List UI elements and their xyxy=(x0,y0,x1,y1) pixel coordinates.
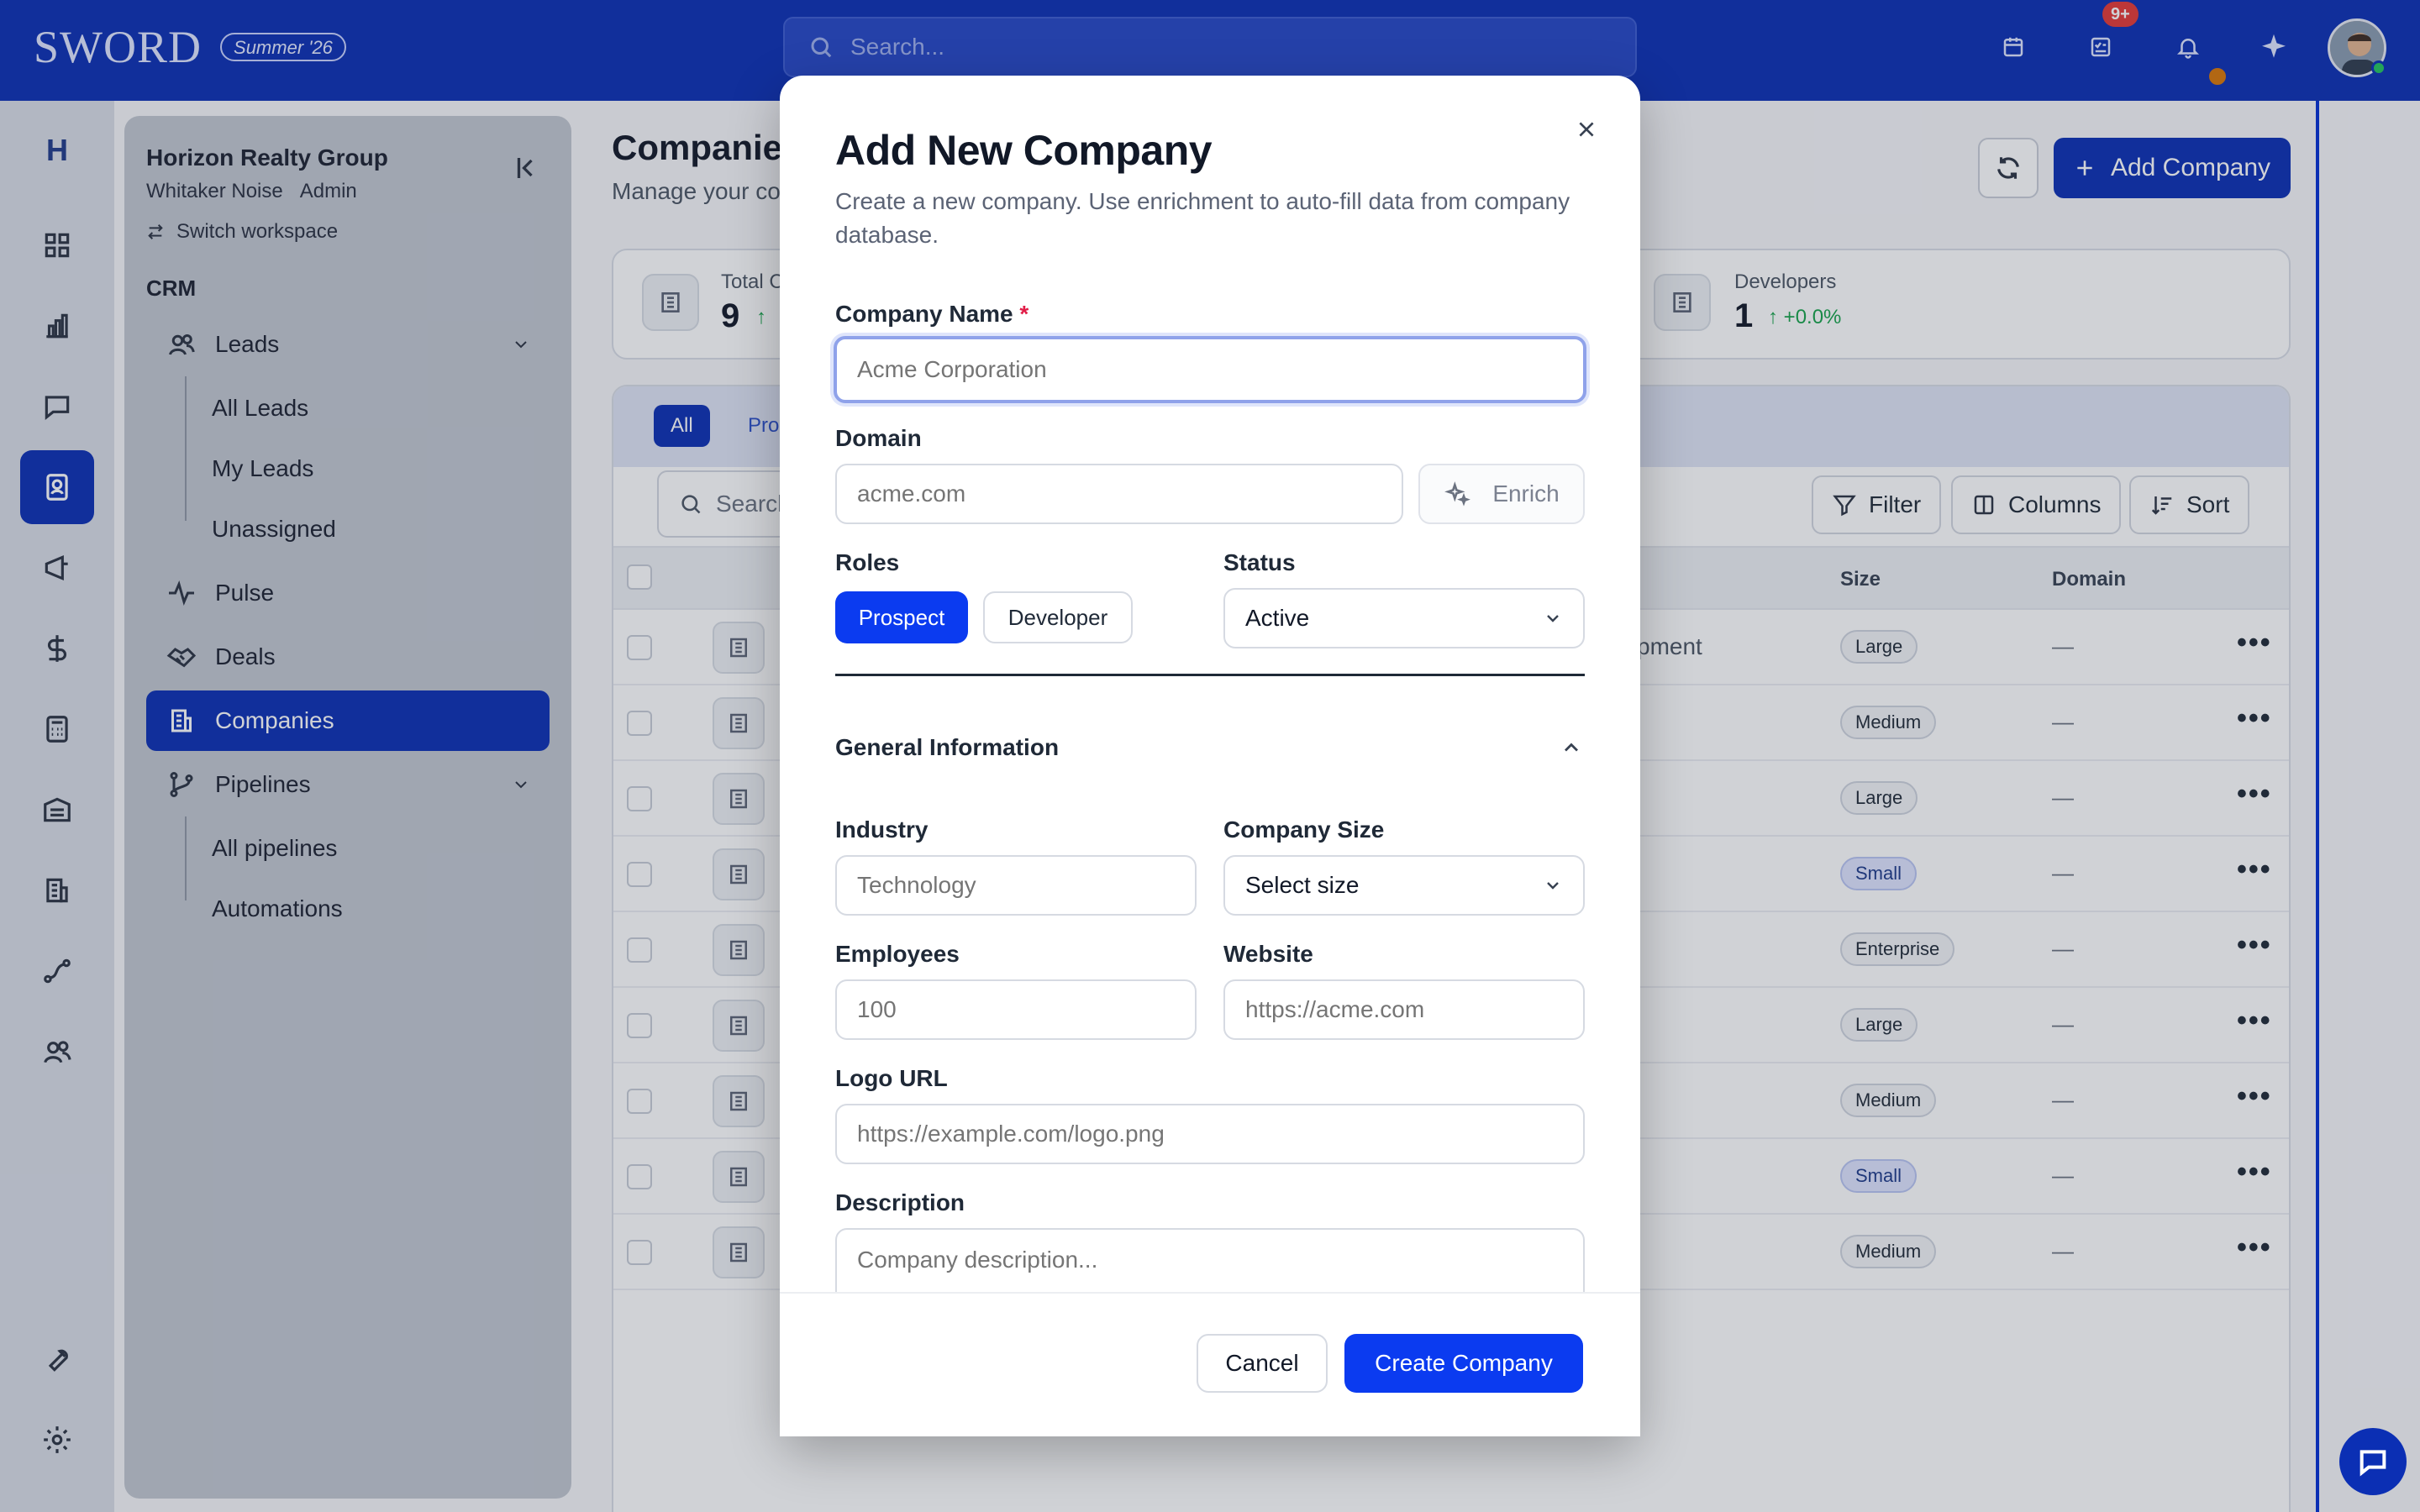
status-select-value: Active xyxy=(1245,605,1310,631)
cancel-button[interactable]: Cancel xyxy=(1197,1334,1328,1393)
role-developer-toggle[interactable]: Developer xyxy=(983,591,1133,643)
chat-button[interactable] xyxy=(2339,1428,2407,1495)
chat-icon xyxy=(2360,1450,2386,1477)
company-name-input[interactable] xyxy=(834,336,1586,403)
employees-input[interactable] xyxy=(835,979,1197,1040)
status-select[interactable]: Active xyxy=(1223,588,1585,648)
chevron-down-icon xyxy=(1547,615,1559,622)
domain-input[interactable] xyxy=(835,464,1403,524)
company-size-label: Company Size xyxy=(1223,816,1385,843)
industry-label: Industry xyxy=(835,816,929,843)
chevron-up-icon[interactable] xyxy=(1560,736,1583,759)
company-name-label-text: Company Name xyxy=(835,301,1013,327)
section-divider xyxy=(835,674,1585,676)
logo-url-input[interactable] xyxy=(835,1104,1585,1164)
website-label: Website xyxy=(1223,941,1313,967)
logo-url-label: Logo URL xyxy=(835,1065,948,1091)
panel-edge xyxy=(2316,101,2319,1512)
role-prospect-toggle[interactable]: Prospect xyxy=(835,591,968,643)
company-name-label: Company Name * xyxy=(835,301,1028,328)
company-size-select[interactable]: Select size xyxy=(1223,855,1585,916)
enrich-label: Enrich xyxy=(1492,480,1560,507)
sparkles-icon xyxy=(1444,481,1471,507)
industry-input[interactable] xyxy=(835,855,1197,916)
modal-title: Add New Company xyxy=(835,127,1213,174)
domain-label: Domain xyxy=(835,425,922,451)
enrich-button[interactable]: Enrich xyxy=(1418,464,1585,524)
status-label: Status xyxy=(1223,549,1296,575)
create-company-button[interactable]: Create Company xyxy=(1344,1334,1583,1393)
company-size-select-value: Select size xyxy=(1245,872,1360,898)
general-information-toggle[interactable]: General Information xyxy=(835,734,1059,761)
required-marker: * xyxy=(1019,301,1029,327)
website-input[interactable] xyxy=(1223,979,1585,1040)
close-icon[interactable] xyxy=(1571,114,1602,144)
roles-label: Roles xyxy=(835,549,900,575)
modal-description: Create a new company. Use enrichment to … xyxy=(835,188,1570,248)
chevron-down-icon xyxy=(1547,882,1559,890)
description-label: Description xyxy=(835,1189,965,1215)
employees-label: Employees xyxy=(835,941,960,967)
